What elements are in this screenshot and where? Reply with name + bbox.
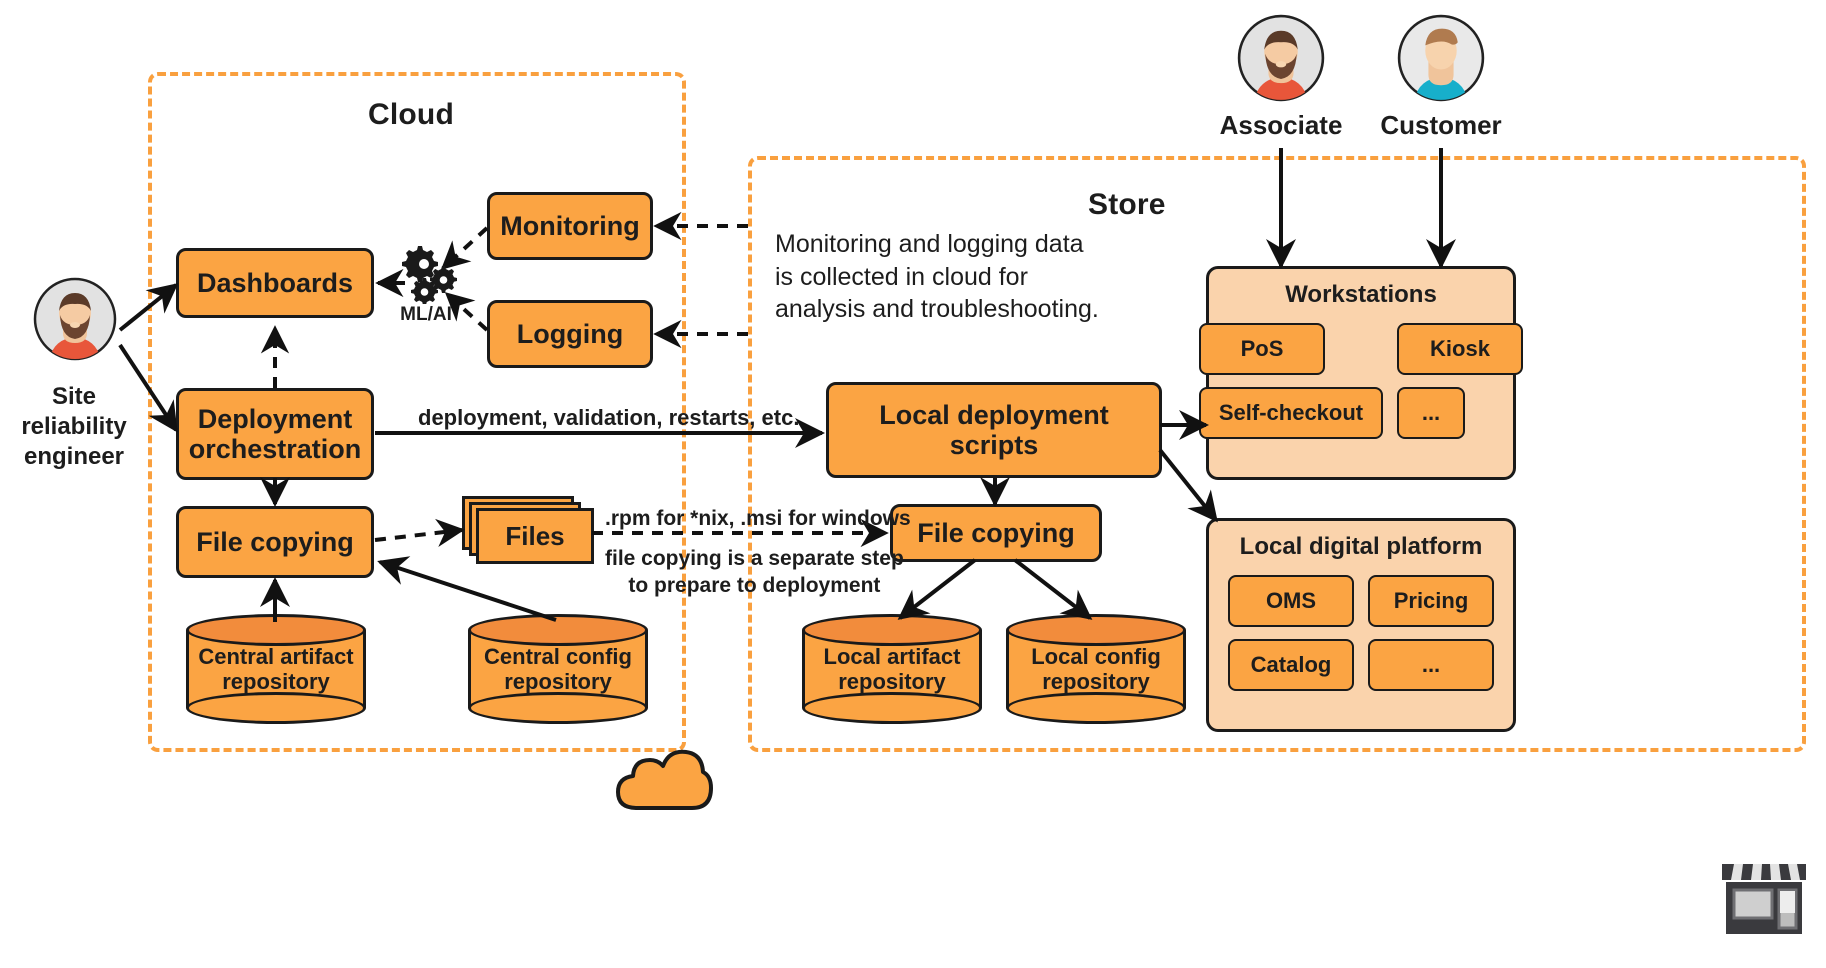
person-avatar-icon xyxy=(1397,14,1485,102)
note-monitoring-line2: is collected in cloud for xyxy=(775,262,1028,291)
platform-item-oms[interactable]: OMS xyxy=(1228,575,1354,627)
sre-caption: Site reliability engineer xyxy=(0,382,154,472)
node-local-deployment-scripts[interactable]: Local deployment scripts xyxy=(826,382,1162,478)
associate-caption: Associate xyxy=(1219,110,1343,140)
central-config-repository-label: Central config repository xyxy=(468,614,648,724)
workstation-item-more[interactable]: ... xyxy=(1397,387,1465,439)
node-files[interactable]: Files xyxy=(462,496,594,568)
central-config-repo-line2: repository xyxy=(504,669,612,694)
storefront-icon xyxy=(1718,854,1810,941)
node-deployment-orchestration[interactable]: Deployment orchestration xyxy=(176,388,374,480)
note-monitoring-line3: analysis and troubleshooting. xyxy=(775,295,1099,323)
sre-caption-line3: engineer xyxy=(23,443,125,470)
person-avatar-icon xyxy=(1237,14,1325,102)
local-config-repo-line1: Local config xyxy=(1031,643,1161,669)
panel-local-digital-platform: Local digital platform OMS Pricing Catal… xyxy=(1206,518,1516,732)
node-cloud-file-copying[interactable]: File copying xyxy=(176,506,374,578)
local-digital-platform-grid: OMS Pricing Catalog ... xyxy=(1209,561,1513,707)
note-files-format: .rpm for *nix, .msi for windows xyxy=(605,507,911,530)
deployment-orchestration-line1: Deployment xyxy=(197,403,353,434)
note-monitoring-logging: Monitoring and logging data is collected… xyxy=(775,228,1115,326)
workstation-item-kiosk[interactable]: Kiosk xyxy=(1397,323,1523,375)
local-config-repository-label: Local config repository xyxy=(1006,614,1186,724)
ml-ai-label: ML/AI xyxy=(400,304,452,325)
workstations-title: Workstations xyxy=(1285,281,1437,308)
local-deployment-scripts-line2: scripts xyxy=(949,430,1039,460)
zone-cloud-title: Cloud xyxy=(368,98,454,131)
central-artifact-repo-line1: Central artifact xyxy=(198,643,354,669)
note-file-copying-line2: to prepare to deployment xyxy=(628,574,881,598)
node-store-file-copying[interactable]: File copying xyxy=(890,504,1102,562)
note-file-copying-line1: file copying is a separate step xyxy=(605,547,904,570)
gears-icon xyxy=(398,242,462,309)
panel-workstations: Workstations PoS Kiosk Self-checkout ... xyxy=(1199,266,1523,480)
central-artifact-repo-line2: repository xyxy=(222,669,330,694)
node-monitoring[interactable]: Monitoring xyxy=(487,192,653,260)
note-file-copying-step: file copying is a separate step to prepa… xyxy=(605,545,904,600)
avatar-customer: Customer xyxy=(1380,14,1502,140)
avatar-site-reliability-engineer xyxy=(33,277,117,361)
central-config-repo-line1: Central config xyxy=(484,643,632,669)
zone-store-title: Store xyxy=(1088,188,1166,221)
deployment-orchestration-line2: orchestration xyxy=(188,434,362,464)
node-local-config-repository[interactable]: Local config repository xyxy=(1006,614,1186,724)
person-avatar-icon xyxy=(33,277,117,361)
workstations-grid: PoS Kiosk Self-checkout ... xyxy=(1199,309,1523,455)
local-artifact-repo-line1: Local artifact xyxy=(823,643,961,669)
sre-caption-line2: reliability xyxy=(21,413,127,440)
local-deployment-scripts-line1: Local deployment xyxy=(879,399,1109,430)
note-monitoring-line1: Monitoring and logging data xyxy=(775,230,1084,258)
node-local-artifact-repository[interactable]: Local artifact repository xyxy=(802,614,982,724)
diagram-canvas: Cloud Store Site reliability engineer As… xyxy=(0,0,1826,968)
central-artifact-repository-label: Central artifact repository xyxy=(186,614,366,724)
avatar-associate: Associate xyxy=(1220,14,1342,140)
local-config-repo-line2: repository xyxy=(1042,669,1150,694)
cloud-icon xyxy=(612,742,714,819)
node-dashboards[interactable]: Dashboards xyxy=(176,248,374,318)
node-logging[interactable]: Logging xyxy=(487,300,653,368)
files-sheet-front: Files xyxy=(476,508,594,564)
platform-item-catalog[interactable]: Catalog xyxy=(1228,639,1354,691)
sre-caption-line1: Site xyxy=(51,383,96,410)
local-digital-platform-title: Local digital platform xyxy=(1239,533,1483,560)
workstation-item-pos[interactable]: PoS xyxy=(1199,323,1325,375)
node-central-config-repository[interactable]: Central config repository xyxy=(468,614,648,724)
label-deployment-edge: deployment, validation, restarts, etc. xyxy=(418,405,800,430)
local-artifact-repo-line2: repository xyxy=(838,669,946,694)
platform-item-pricing[interactable]: Pricing xyxy=(1368,575,1494,627)
files-label: Files xyxy=(505,520,565,551)
workstation-item-self-checkout[interactable]: Self-checkout xyxy=(1199,387,1383,439)
local-artifact-repository-label: Local artifact repository xyxy=(802,614,982,724)
customer-caption: Customer xyxy=(1380,110,1502,140)
node-central-artifact-repository[interactable]: Central artifact repository xyxy=(186,614,366,724)
platform-item-more[interactable]: ... xyxy=(1368,639,1494,691)
